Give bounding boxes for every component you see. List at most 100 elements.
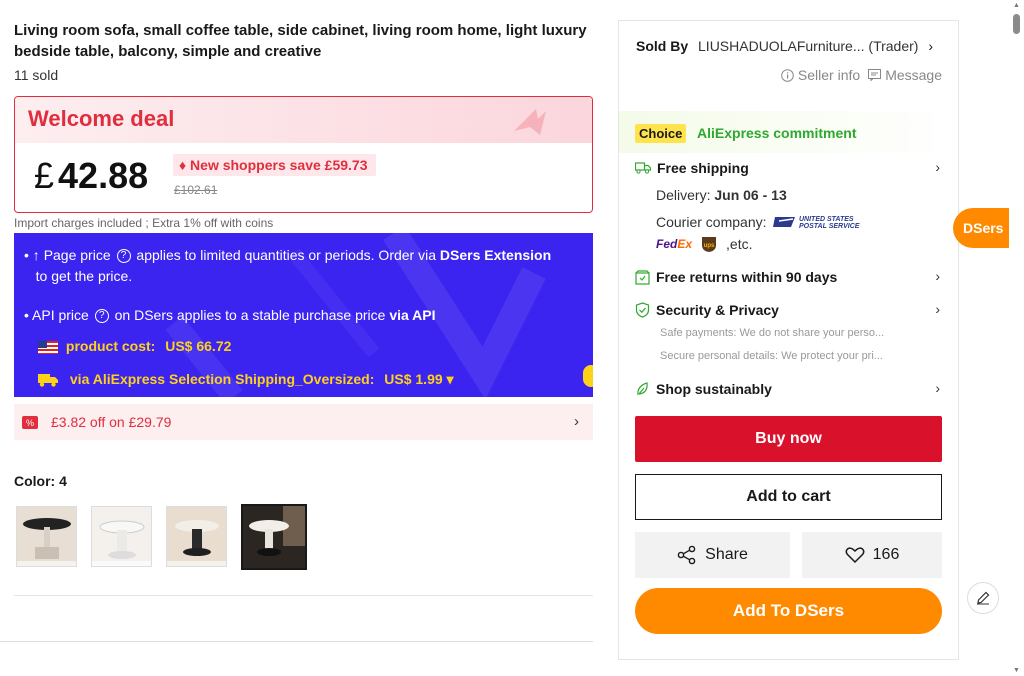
courier-logos: FedEx ups ,etc.	[656, 235, 753, 253]
share-button[interactable]: Share	[635, 532, 790, 578]
scroll-up-icon[interactable]: ▲	[1013, 2, 1020, 9]
table-image-icon	[17, 507, 76, 566]
via-api-link[interactable]: via API	[389, 307, 435, 323]
truck-icon	[635, 162, 651, 174]
api-price-label: API price	[32, 307, 89, 323]
scrollbar-thumb[interactable]	[1013, 14, 1020, 34]
caret-down-icon: ▾	[446, 371, 454, 387]
sold-by-label: Sold By	[636, 38, 689, 54]
color-thumbnails	[16, 504, 307, 570]
seller-info-link[interactable]: Seller info	[781, 67, 860, 83]
delivery-value: Jun 06 - 13	[714, 187, 787, 203]
coupon-icon: %	[22, 416, 38, 429]
product-cost-row: product cost: US$ 66.72	[38, 336, 231, 357]
panel-handle[interactable]	[583, 365, 593, 387]
new-shopper-save-badge: ♦ New shoppers save £59.73	[173, 154, 376, 176]
share-label: Share	[705, 546, 748, 563]
svg-text:POSTAL SERVICE: POSTAL SERVICE	[799, 223, 860, 230]
buy-now-button[interactable]: Buy now	[635, 416, 942, 462]
sold-count: 11 sold	[14, 67, 59, 83]
info-icon	[781, 68, 794, 82]
page-price-suffix: to get the price.	[35, 268, 133, 284]
color-thumbnail[interactable]	[91, 506, 152, 567]
shipping-label: via AliExpress Selection Shipping_Oversi…	[69, 371, 375, 387]
save-label: New shoppers save	[190, 157, 321, 173]
svg-text:UNITED STATES: UNITED STATES	[799, 216, 854, 223]
product-title: Living room sofa, small coffee table, si…	[14, 22, 587, 60]
color-thumbnail[interactable]	[166, 506, 227, 567]
api-price-note: • API price ? on DSers applies to a stab…	[24, 307, 436, 324]
dsers-extension-link[interactable]: DSers Extension	[440, 247, 551, 263]
wishlist-button[interactable]: 166	[802, 532, 942, 578]
courier-etc: ,etc.	[726, 236, 753, 252]
add-to-cart-button[interactable]: Add to cart	[635, 474, 942, 520]
scroll-down-icon[interactable]: ▼	[1013, 667, 1020, 674]
scrollbar[interactable]: ▲ ▼	[1009, 0, 1024, 676]
color-thumbnail-selected[interactable]	[241, 504, 307, 570]
commitment-text: AliExpress commitment	[697, 125, 857, 141]
coupon-text: £3.82 off on £29.79	[51, 414, 172, 430]
usps-logo-icon: UNITED STATES POSTAL SERVICE	[772, 216, 860, 230]
api-price-text: on DSers applies to a stable purchase pr…	[114, 307, 386, 323]
page-price-label: Page price	[43, 247, 111, 263]
us-flag-icon	[38, 340, 58, 354]
table-image-icon	[243, 506, 305, 568]
ups-logo-icon: ups	[702, 237, 717, 252]
current-price: £42.88	[34, 155, 148, 197]
deal-title: Welcome deal	[28, 106, 175, 131]
message-link[interactable]: Message	[868, 67, 942, 83]
seller-links: Seller info Message	[781, 67, 942, 83]
svg-text:%: %	[26, 418, 34, 428]
welcome-deal-box: Welcome deal £42.88 ♦ New shoppers save …	[14, 96, 593, 213]
table-image-icon	[92, 507, 151, 566]
chevron-right-icon: ›	[935, 159, 940, 175]
deal-arrow-icon	[514, 109, 546, 135]
security-line-2: Secure personal details: We protect your…	[660, 350, 883, 362]
seller-row[interactable]: Sold By LIUSHADUOLAFurniture... (Trader)…	[636, 38, 933, 54]
deal-header: Welcome deal	[15, 97, 592, 143]
chevron-right-icon: ›	[928, 38, 934, 54]
page-price-text: applies to limited quantities or periods…	[136, 247, 436, 263]
pencil-icon	[977, 591, 990, 605]
leaf-icon	[637, 382, 648, 396]
product-header: Living room sofa, small coffee table, si…	[14, 20, 593, 83]
delivery-row: Delivery: Jun 06 - 13	[656, 187, 787, 203]
fedex-logo-icon: FedEx	[656, 237, 693, 251]
price-currency: £	[34, 155, 55, 196]
share-icon	[677, 545, 696, 565]
add-to-dsers-button[interactable]: Add To DSers	[635, 588, 942, 634]
import-charges-note: Import charges included ; Extra 1% off w…	[14, 216, 274, 230]
heart-icon	[845, 547, 865, 564]
help-icon[interactable]: ?	[116, 249, 131, 264]
up-arrow-icon: ↑	[32, 247, 40, 263]
chevron-right-icon: ›	[935, 301, 940, 317]
divider	[14, 595, 593, 596]
choice-badge: Choice	[635, 124, 687, 143]
chevron-right-icon: ›	[935, 380, 940, 396]
shop-sustainably-row[interactable]: Shop sustainably	[635, 381, 772, 397]
returns-icon	[635, 269, 650, 285]
security-privacy-row[interactable]: Security & Privacy	[635, 302, 779, 318]
seller-name[interactable]: LIUSHADUOLAFurniture... (Trader)	[698, 38, 918, 54]
color-thumbnail[interactable]	[16, 506, 77, 567]
table-image-icon	[167, 507, 226, 566]
product-cost-label: product cost:	[65, 338, 156, 354]
message-label: Message	[885, 67, 942, 83]
delivery-label: Delivery:	[656, 187, 711, 203]
price-value: 42.88	[58, 155, 149, 196]
purchase-panel: Sold By LIUSHADUOLAFurniture... (Trader)…	[618, 20, 959, 660]
deal-body: £42.88 ♦ New shoppers save £59.73 £102.6…	[15, 143, 592, 212]
divider	[0, 641, 593, 642]
page-price-note: • ↑ Page price ? applies to limited quan…	[24, 247, 552, 284]
free-shipping-title: Free shipping	[657, 160, 749, 176]
color-label: Color: 4	[14, 473, 67, 489]
original-price: £102.61	[174, 183, 218, 197]
shipping-value: US$ 1.99	[384, 371, 443, 387]
shipping-cost-row[interactable]: via AliExpress Selection Shipping_Oversi…	[38, 369, 454, 390]
help-icon[interactable]: ?	[94, 309, 109, 324]
edit-button[interactable]	[967, 582, 999, 614]
free-returns-row[interactable]: Free returns within 90 days	[635, 269, 837, 285]
coupon-bar[interactable]: % £3.82 off on £29.79 ›	[14, 404, 593, 440]
svg-text:ups: ups	[704, 243, 715, 249]
free-shipping-row[interactable]: Free shipping	[635, 160, 749, 176]
